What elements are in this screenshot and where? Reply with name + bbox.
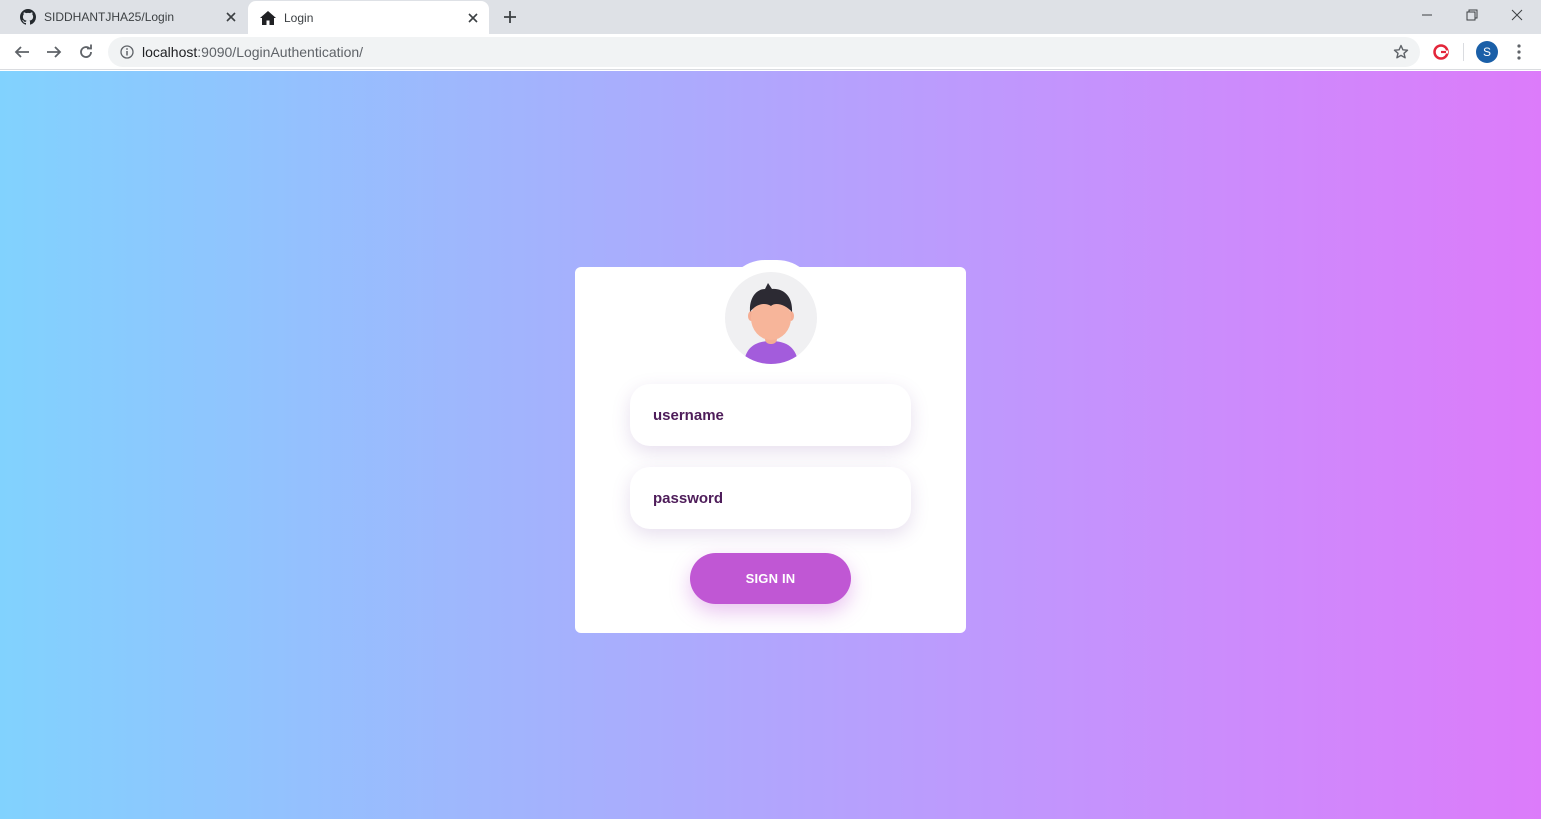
reload-icon[interactable]	[72, 38, 100, 66]
tab-github-login[interactable]: SIDDHANTJHA25/Login	[0, 0, 247, 34]
tab-close-icon[interactable]	[461, 6, 485, 30]
bookmark-star-icon[interactable]	[1392, 43, 1410, 61]
username-input[interactable]	[653, 406, 893, 424]
url-path: :9090/LoginAuthentication/	[197, 44, 364, 60]
minimize-icon[interactable]	[1404, 0, 1450, 30]
url-text: localhost:9090/LoginAuthentication/	[142, 44, 363, 60]
restore-icon[interactable]	[1449, 0, 1495, 30]
tab-title: Login	[284, 10, 314, 25]
back-arrow-icon[interactable]	[8, 38, 36, 66]
user-avatar-icon	[725, 272, 817, 364]
home-icon	[260, 10, 276, 26]
new-tab-plus-icon[interactable]	[498, 5, 522, 29]
profile-avatar-button[interactable]: S	[1476, 41, 1498, 63]
tab-login[interactable]: Login	[248, 1, 489, 34]
tab-title: SIDDHANTJHA25/Login	[44, 10, 175, 24]
password-field[interactable]	[630, 467, 911, 529]
tab-strip: SIDDHANTJHA25/Login Login	[0, 0, 1541, 34]
window-close-icon[interactable]	[1494, 0, 1540, 30]
toolbar-divider	[1463, 43, 1464, 61]
github-icon	[20, 9, 36, 25]
url-host: localhost	[142, 44, 198, 60]
page-background: SIGN IN	[0, 71, 1541, 819]
more-menu-icon[interactable]	[1508, 40, 1530, 64]
sign-in-button[interactable]: SIGN IN	[690, 553, 851, 604]
password-input[interactable]	[653, 489, 893, 507]
username-field[interactable]	[630, 384, 911, 446]
tab-close-icon[interactable]	[219, 5, 243, 29]
extension-icon[interactable]	[1431, 42, 1451, 62]
address-bar[interactable]: localhost:9090/LoginAuthentication/	[108, 37, 1420, 67]
forward-arrow-icon[interactable]	[40, 38, 68, 66]
browser-toolbar: localhost:9090/LoginAuthentication/	[0, 34, 1541, 70]
info-icon[interactable]	[120, 45, 134, 59]
